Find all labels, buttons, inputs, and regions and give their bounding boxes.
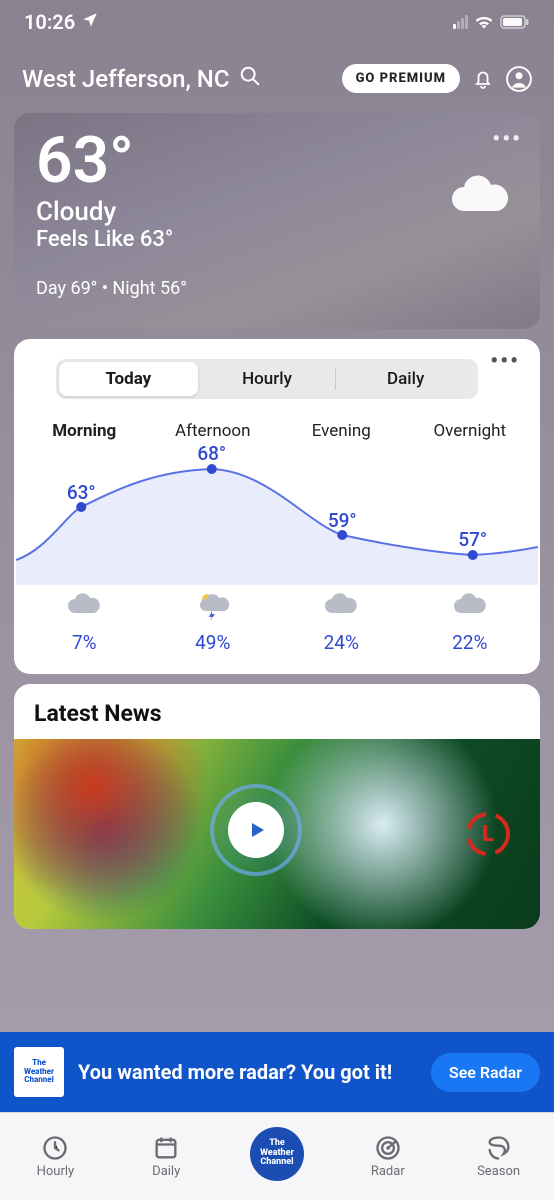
tab-radar[interactable]: Radar [332,1113,443,1200]
tab-season[interactable]: Season [443,1113,554,1200]
cloudy-icon [406,591,535,625]
tab-daily[interactable]: Daily [111,1113,222,1200]
period-precip: 7% [20,631,149,654]
period-temp: 59° [328,509,357,532]
tab-today[interactable]: Today [59,362,198,396]
latest-news-card: Latest News L [14,684,540,929]
period-label: Morning [20,421,149,441]
cellular-signal-icon [453,15,468,29]
current-temperature: 63° [36,129,518,193]
battery-icon [500,10,530,34]
more-options-icon[interactable]: ••• [490,349,520,374]
period-label: Evening [277,421,406,441]
news-heading: Latest News [14,700,540,739]
tab-label: Daily [152,1164,180,1179]
ad-cta-button[interactable]: See Radar [431,1053,540,1092]
tab-label: Hourly [37,1164,75,1179]
day-night-temps: Day 69° • Night 56° [36,278,518,299]
period-label: Afternoon [149,421,278,441]
period-temp: 57° [458,528,487,551]
more-options-icon[interactable]: ••• [492,127,522,152]
thunderstorm-icon [149,591,278,625]
cloudy-icon [277,591,406,625]
feels-like: Feels Like 63° [36,227,518,252]
cloud-icon [448,175,512,223]
status-bar: 10:26 [0,0,554,38]
location-services-icon [81,10,99,34]
tab-hourly[interactable]: Hourly [198,362,337,396]
profile-button[interactable] [506,66,532,92]
forecast-segmented-control: Today Hourly Daily [56,359,478,399]
period-precip: 24% [277,631,406,654]
news-video-thumbnail[interactable]: L [14,739,540,929]
tab-daily[interactable]: Daily [336,362,475,396]
ad-text: You wanted more radar? You got it! [78,1061,417,1084]
location-selector[interactable]: West Jefferson, NC [22,65,332,93]
weather-channel-logo: The Weather Channel [250,1127,304,1181]
tab-hourly[interactable]: Hourly [0,1113,111,1200]
clock-icon [41,1134,69,1162]
period-temp: 63° [67,481,96,504]
ad-banner[interactable]: The Weather Channel You wanted more rada… [0,1032,554,1112]
tab-home[interactable]: The Weather Channel [222,1113,333,1200]
hurricane-icon [485,1134,513,1162]
period-precip: 22% [406,631,535,654]
search-icon [239,65,261,93]
go-premium-button[interactable]: GO PREMIUM [342,64,460,93]
location-name: West Jefferson, NC [22,65,229,93]
wifi-icon [474,10,494,34]
forecast-period-labels: Morning Afternoon Evening Overnight [16,403,538,441]
period-label: Overnight [406,421,535,441]
calendar-icon [152,1134,180,1162]
period-precip: 49% [149,631,278,654]
status-time: 10:26 [24,10,75,34]
period-temp: 68° [197,442,226,465]
forecast-condition-icons [16,585,538,625]
forecast-precip-row: 7% 49% 24% 22% [16,625,538,654]
radar-icon [374,1134,402,1162]
tab-label: Radar [371,1164,405,1179]
cloudy-icon [20,591,149,625]
forecast-card: ••• Today Hourly Daily Morning Afternoon… [14,339,540,674]
temperature-chart: 63° 68° 59° 57° [16,445,538,585]
bottom-tab-bar: Hourly Daily The Weather Channel Radar S… [0,1112,554,1200]
current-condition: Cloudy [36,197,518,227]
play-button[interactable] [208,782,304,878]
current-conditions-card[interactable]: ••• 63° Cloudy Feels Like 63° Day 69° • … [14,113,540,329]
tab-label: Season [477,1164,520,1179]
weather-channel-logo: The Weather Channel [14,1047,64,1097]
notifications-button[interactable] [470,66,496,92]
low-pressure-badge: L [464,810,512,858]
app-header: West Jefferson, NC GO PREMIUM [0,38,554,103]
